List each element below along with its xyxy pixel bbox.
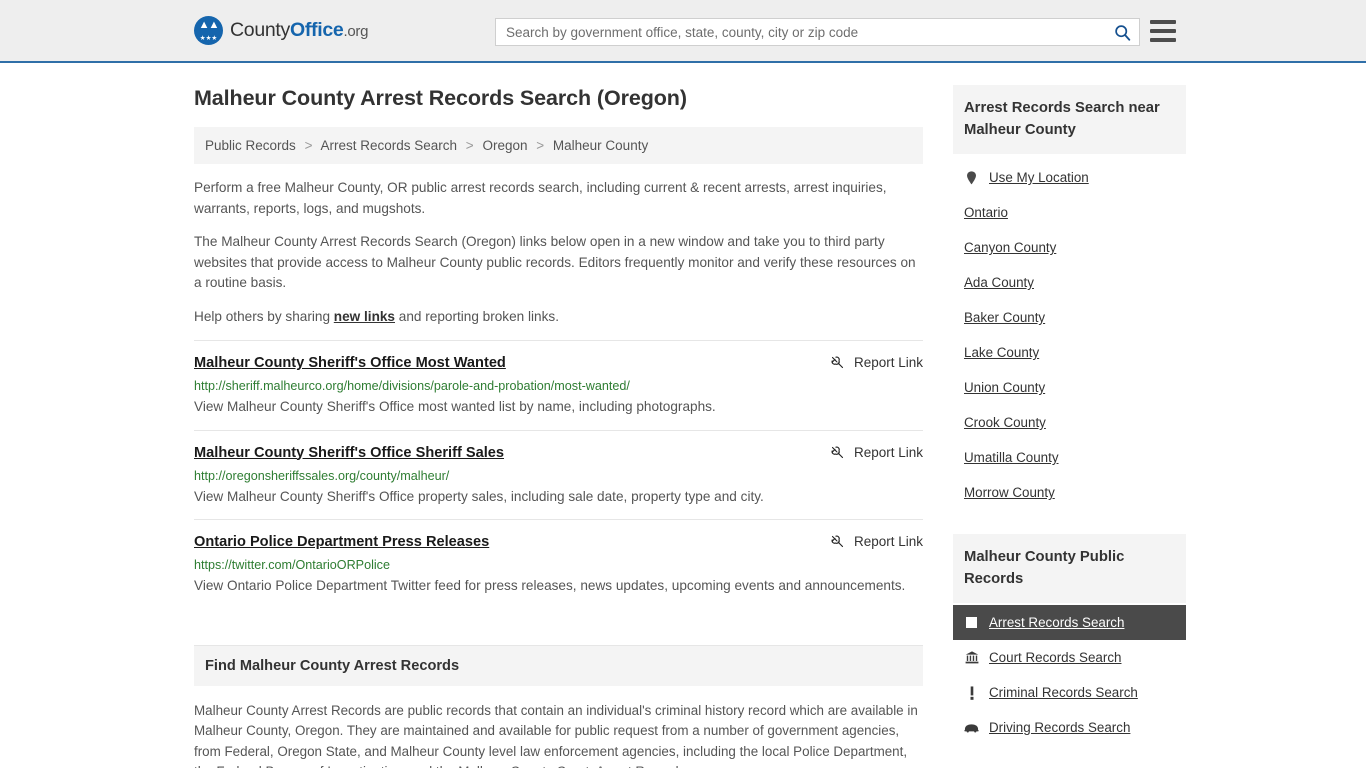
result-url[interactable]: https://twitter.com/OntarioORPolice — [194, 557, 923, 573]
sidebar-item-baker-county[interactable]: Baker County — [953, 300, 1186, 335]
page-container: Malheur County Arrest Records Search (Or… — [0, 63, 1366, 768]
report-link-label: Report Link — [853, 355, 923, 370]
sidebar-item-ontario[interactable]: Ontario — [953, 195, 1186, 230]
sidebar-item-label: Crook County — [964, 415, 1046, 430]
report-link-button[interactable]: Report Link — [830, 533, 923, 549]
brand-part-county: County — [230, 19, 290, 41]
sidebar-item-label: Baker County — [964, 310, 1046, 325]
site-header: ▲▲ ★★★ CountyOffice.org — [0, 0, 1366, 63]
find-records-body: Malheur County Arrest Records are public… — [194, 701, 923, 768]
sidebar-item-union-county[interactable]: Union County — [953, 370, 1186, 405]
result-item: Malheur County Sheriff's Office Sheriff … — [194, 429, 923, 520]
public-records-list: Arrest Records Search Court Records Sear… — [953, 605, 1186, 747]
search-icon — [1114, 24, 1130, 41]
breadcrumb-separator: > — [536, 138, 545, 153]
share-text-before: Help others by sharing — [194, 308, 334, 324]
sidebar: Arrest Records Search near Malheur Count… — [953, 85, 1186, 768]
main-content: Malheur County Arrest Records Search (Or… — [194, 85, 923, 768]
intro-section: Perform a free Malheur County, OR public… — [194, 178, 923, 327]
broken-link-icon — [831, 446, 844, 458]
find-records-heading: Find Malheur County Arrest Records — [194, 644, 923, 686]
intro-paragraph-2: The Malheur County Arrest Records Search… — [194, 234, 916, 290]
result-url[interactable]: http://oregonsheriffssales.org/county/ma… — [194, 468, 923, 484]
find-records-paragraph: Malheur County Arrest Records are public… — [194, 702, 918, 768]
breadcrumb: Public Records > Arrest Records Search >… — [194, 127, 923, 164]
report-link-button[interactable]: Report Link — [830, 444, 923, 460]
sidebar-item-label: Driving Records Search — [989, 720, 1131, 735]
nearby-search-card: Arrest Records Search near Malheur Count… — [953, 85, 1186, 512]
sidebar-item-label: Court Records Search — [989, 650, 1122, 665]
sidebar-item-label: Lake County — [964, 345, 1040, 360]
site-logo-link[interactable]: ▲▲ ★★★ CountyOffice.org — [194, 16, 368, 45]
result-description: View Malheur County Sheriff's Office pro… — [194, 488, 764, 504]
sidebar-item-label: Union County — [964, 380, 1046, 395]
result-description: View Ontario Police Department Twitter f… — [194, 578, 906, 593]
page-title: Malheur County Arrest Records Search (Or… — [194, 86, 687, 110]
sidebar-item-label: Umatilla County — [964, 450, 1059, 465]
breadcrumb-item-oregon[interactable]: Oregon — [482, 138, 527, 153]
sidebar-item-label: Morrow County — [964, 485, 1055, 500]
sidebar-item-driving-records-search[interactable]: Driving Records Search — [953, 710, 1186, 745]
brand-part-org: .org — [343, 23, 369, 40]
report-link-label: Report Link — [853, 444, 923, 460]
report-link-button[interactable]: Report Link — [830, 354, 923, 370]
result-url[interactable]: http://sheriff.malheurco.org/home/divisi… — [194, 378, 923, 394]
search-button[interactable] — [1105, 19, 1139, 45]
sidebar-item-canyon-county[interactable]: Canyon County — [953, 230, 1186, 265]
hamburger-menu-icon — [1150, 20, 1176, 24]
sidebar-item-label: Use My Location — [989, 170, 1089, 185]
sidebar-item-use-my-location[interactable]: Use My Location — [953, 160, 1186, 195]
map-pin-icon — [964, 170, 979, 185]
public-records-card: Malheur County Public Records Arrest Rec… — [953, 534, 1186, 747]
sidebar-item-label: Criminal Records Search — [989, 685, 1138, 700]
brand-part-office: Office — [290, 19, 344, 41]
brand-wordmark: CountyOffice.org — [230, 19, 368, 42]
search-input[interactable] — [496, 19, 1105, 45]
breadcrumb-item-arrest-records-search[interactable]: Arrest Records Search — [320, 138, 457, 153]
public-records-heading: Malheur County Public Records — [953, 534, 1186, 603]
sidebar-item-umatilla-county[interactable]: Umatilla County — [953, 440, 1186, 475]
result-item: Ontario Police Department Press Releases… — [194, 519, 923, 609]
broken-link-icon — [831, 356, 844, 369]
intro-paragraph-3: Help others by sharing new links and rep… — [194, 307, 923, 328]
eagle-seal-icon: ▲▲ ★★★ — [194, 16, 223, 45]
result-description: View Malheur County Sheriff's Office mos… — [194, 399, 716, 414]
sidebar-item-ada-county[interactable]: Ada County — [953, 265, 1186, 300]
sidebar-item-label: Ada County — [964, 275, 1034, 290]
broken-link-icon — [831, 535, 844, 548]
breadcrumb-separator: > — [465, 138, 474, 153]
breadcrumb-item-malheur-county[interactable]: Malheur County — [553, 138, 648, 153]
sidebar-item-label: Ontario — [964, 205, 1008, 220]
sidebar-item-court-records-search[interactable]: Court Records Search — [953, 640, 1186, 675]
report-link-label: Report Link — [853, 534, 923, 549]
new-links-link[interactable]: new links — [334, 309, 395, 324]
search-bar — [495, 18, 1140, 46]
intro-paragraph-1: Perform a free Malheur County, OR public… — [194, 180, 887, 216]
sidebar-item-lake-county[interactable]: Lake County — [953, 335, 1186, 370]
result-title-link[interactable]: Ontario Police Department Press Releases — [194, 533, 489, 552]
sidebar-item-label: Arrest Records Search — [989, 615, 1125, 630]
hamburger-menu-button[interactable] — [1150, 20, 1176, 42]
sidebar-item-criminal-records-search[interactable]: Criminal Records Search — [953, 675, 1186, 710]
result-title-link[interactable]: Malheur County Sheriff's Office Sheriff … — [194, 444, 504, 463]
share-text-after: and reporting broken links. — [395, 308, 559, 324]
sidebar-item-arrest-records-search[interactable]: Arrest Records Search — [953, 605, 1186, 640]
sidebar-item-morrow-county[interactable]: Morrow County — [953, 475, 1186, 510]
nearby-search-heading: Arrest Records Search near Malheur Count… — [953, 85, 1186, 154]
car-icon — [964, 722, 979, 733]
result-item: Malheur County Sheriff's Office Most Wan… — [194, 340, 923, 430]
breadcrumb-separator: > — [304, 138, 313, 153]
breadcrumb-item-public-records[interactable]: Public Records — [205, 138, 296, 153]
result-title-link[interactable]: Malheur County Sheriff's Office Most Wan… — [194, 354, 506, 373]
exclamation-icon — [964, 685, 979, 700]
sidebar-item-label: Canyon County — [964, 240, 1057, 255]
white-square-icon — [964, 617, 979, 628]
nearby-search-list: Use My Location Ontario Canyon County Ad… — [953, 154, 1186, 512]
courthouse-icon — [964, 651, 979, 664]
sidebar-item-crook-county[interactable]: Crook County — [953, 405, 1186, 440]
